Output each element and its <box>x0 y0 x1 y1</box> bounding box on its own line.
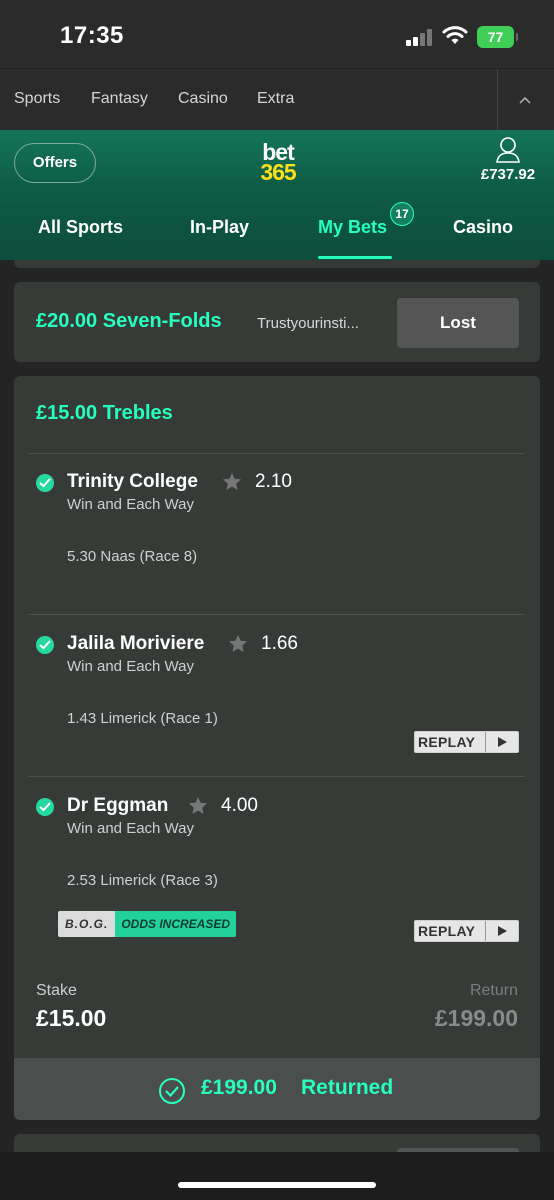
divider <box>28 614 525 615</box>
next-bet-card[interactable] <box>14 1134 540 1152</box>
home-indicator <box>0 1152 554 1200</box>
top-nav: Sports Fantasy Casino Extra <box>0 68 554 131</box>
star-icon[interactable] <box>222 472 242 491</box>
my-bets-list[interactable]: £20.00 Seven-Folds Trustyourinsti... Los… <box>0 260 554 1152</box>
won-check-icon <box>36 636 54 654</box>
bet365-logo[interactable]: bet 365 <box>254 141 302 185</box>
top-nav-sports[interactable]: Sports <box>14 90 60 108</box>
cellular-signal-icon <box>406 28 434 46</box>
selection-name: Trinity College <box>67 471 198 492</box>
top-nav-fantasy[interactable]: Fantasy <box>91 90 148 108</box>
selection-market: Win and Each Way <box>67 658 194 675</box>
selection-odds: 4.00 <box>221 795 258 816</box>
bet-title: £20.00 Seven-Folds <box>36 310 222 332</box>
top-nav-extra[interactable]: Extra <box>257 90 294 108</box>
check-circle-icon <box>159 1078 185 1104</box>
stake-label: Stake <box>36 982 77 999</box>
bog-odds-increased-badge: B.O.G. ODDS INCREASED <box>58 911 237 937</box>
selection-race: 1.43 Limerick (Race 1) <box>67 710 218 727</box>
selection-market: Win and Each Way <box>67 496 194 513</box>
app-header: Offers bet 365 £737.92 All Sports In-Pla… <box>0 130 554 260</box>
selection-item[interactable]: Jalila Moriviere 1.66 Win and Each Way 1… <box>14 616 540 776</box>
bet-card-trebles[interactable]: £15.00 Trebles Trinity College 2.10 Win … <box>14 376 540 1120</box>
return-value: £199.00 <box>434 1005 518 1031</box>
active-tab-indicator <box>318 256 392 259</box>
bet-card-seven-folds[interactable]: £20.00 Seven-Folds Trustyourinsti... Los… <box>14 282 540 362</box>
selection-item[interactable]: Trinity College 2.10 Win and Each Way 5.… <box>14 454 540 614</box>
returned-banner: £199.00 Returned <box>14 1058 540 1120</box>
tab-all-sports[interactable]: All Sports <box>38 217 123 238</box>
selection-market: Win and Each Way <box>67 820 194 837</box>
won-check-icon <box>36 798 54 816</box>
wifi-icon <box>442 26 468 44</box>
tab-my-bets[interactable]: My Bets <box>318 217 387 238</box>
status-time: 17:35 <box>60 22 124 49</box>
star-icon[interactable] <box>228 634 248 653</box>
selection-race: 5.30 Naas (Race 8) <box>67 548 198 565</box>
status-bar: 17:35 77 <box>0 0 554 68</box>
returned-amount: £199.00 <box>201 1076 277 1099</box>
replay-label: REPLAY <box>418 734 476 750</box>
replay-button[interactable]: REPLAY <box>414 731 519 753</box>
selection-odds: 1.66 <box>261 633 298 654</box>
top-nav-casino[interactable]: Casino <box>178 90 228 108</box>
odds-increased-label: ODDS INCREASED <box>115 911 237 937</box>
bet-subtitle: Trustyourinsti... <box>257 315 359 332</box>
selection-name: Jalila Moriviere <box>67 633 205 654</box>
logo-text-bottom: 365 <box>260 159 296 185</box>
selection-odds: 2.10 <box>255 471 292 492</box>
play-icon <box>498 737 507 747</box>
top-nav-divider <box>497 69 498 131</box>
return-label: Return <box>469 982 518 999</box>
my-bets-count-badge: 17 <box>390 202 414 226</box>
previous-bet-card <box>14 260 540 268</box>
battery-icon: 77 <box>477 26 518 48</box>
selection-race: 2.53 Limerick (Race 3) <box>67 872 218 889</box>
account-button[interactable]: £737.92 <box>470 136 546 183</box>
user-icon <box>496 137 520 163</box>
battery-level: 77 <box>487 29 504 45</box>
replay-button[interactable]: REPLAY <box>414 920 519 942</box>
account-balance: £737.92 <box>480 166 536 183</box>
chevron-up-icon[interactable] <box>518 95 532 105</box>
tab-casino[interactable]: Casino <box>453 217 513 238</box>
tab-in-play[interactable]: In-Play <box>190 217 249 238</box>
bet-result-lost[interactable]: Lost <box>397 298 519 348</box>
returned-label: Returned <box>301 1076 394 1099</box>
won-check-icon <box>36 474 54 492</box>
offers-button[interactable]: Offers <box>14 143 96 183</box>
replay-label: REPLAY <box>418 923 476 939</box>
play-icon <box>498 926 507 936</box>
divider <box>28 776 525 777</box>
bet-title: £15.00 Trebles <box>36 402 173 424</box>
selection-name: Dr Eggman <box>67 795 169 816</box>
bog-label: B.O.G. <box>58 911 116 937</box>
star-icon[interactable] <box>188 796 208 815</box>
stake-value: £15.00 <box>36 1005 107 1031</box>
